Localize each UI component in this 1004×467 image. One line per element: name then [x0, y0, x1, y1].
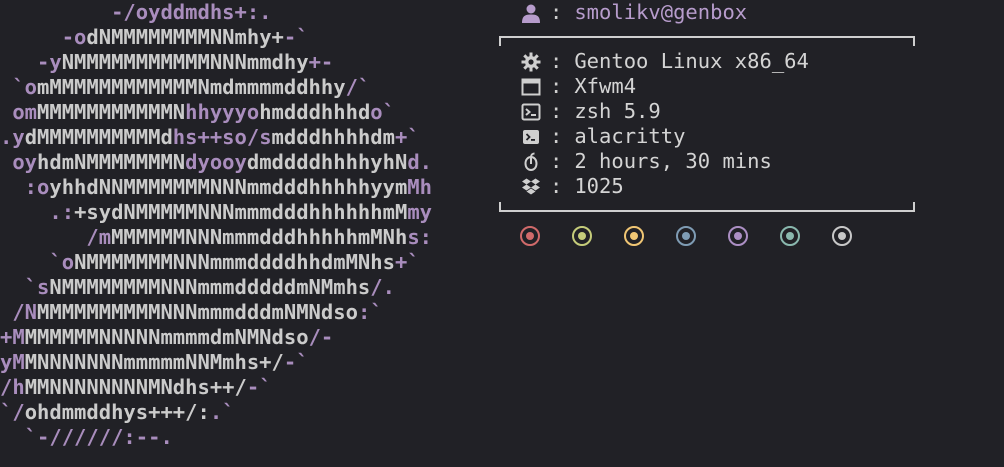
system-info-panel: : smolikv@genbox : Gentoo Linux x86_64 :… — [0, 0, 1004, 467]
terminal-icon — [520, 101, 542, 123]
user-host-row: : smolikv@genbox — [520, 0, 747, 25]
user-icon — [520, 2, 542, 24]
info-box-top-border — [499, 36, 915, 46]
wm-value: Xfwm4 — [574, 74, 637, 98]
shell-separator: : — [550, 99, 563, 123]
os-value: Gentoo Linux x86_64 — [574, 49, 809, 73]
uptime-value: 2 hours, 30 mins — [574, 149, 772, 173]
window-icon — [520, 76, 542, 98]
packages-row: : 1025 — [520, 174, 624, 199]
palette-color-dot — [520, 226, 540, 246]
palette-color-dot — [624, 226, 644, 246]
os-separator: : — [550, 49, 563, 73]
uptime-row: : 2 hours, 30 mins — [520, 149, 772, 174]
packages-icon — [520, 176, 542, 198]
uptime-icon — [520, 151, 542, 173]
shell-value: zsh 5.9 — [574, 99, 661, 123]
os-row: : Gentoo Linux x86_64 — [520, 49, 809, 74]
packages-separator: : — [550, 174, 563, 198]
terminal-separator: : — [550, 124, 563, 148]
palette-color-dot — [728, 226, 748, 246]
wm-row: : Xfwm4 — [520, 74, 636, 99]
uptime-separator: : — [550, 149, 563, 173]
info-box-bottom-border — [499, 202, 915, 212]
wm-separator: : — [550, 74, 563, 98]
terminal-app-icon — [520, 126, 542, 148]
user-host-value: smolikv@genbox — [574, 0, 748, 24]
terminal-value: alacritty — [574, 124, 686, 148]
palette-color-dot — [780, 226, 800, 246]
terminal-row: : alacritty — [520, 124, 685, 149]
user-separator: : — [550, 0, 563, 24]
shell-row: : zsh 5.9 — [520, 99, 661, 124]
palette-color-dot — [832, 226, 852, 246]
gear-icon — [520, 51, 542, 73]
packages-value: 1025 — [574, 174, 624, 198]
palette-color-dot — [676, 226, 696, 246]
palette-color-dot — [572, 226, 592, 246]
